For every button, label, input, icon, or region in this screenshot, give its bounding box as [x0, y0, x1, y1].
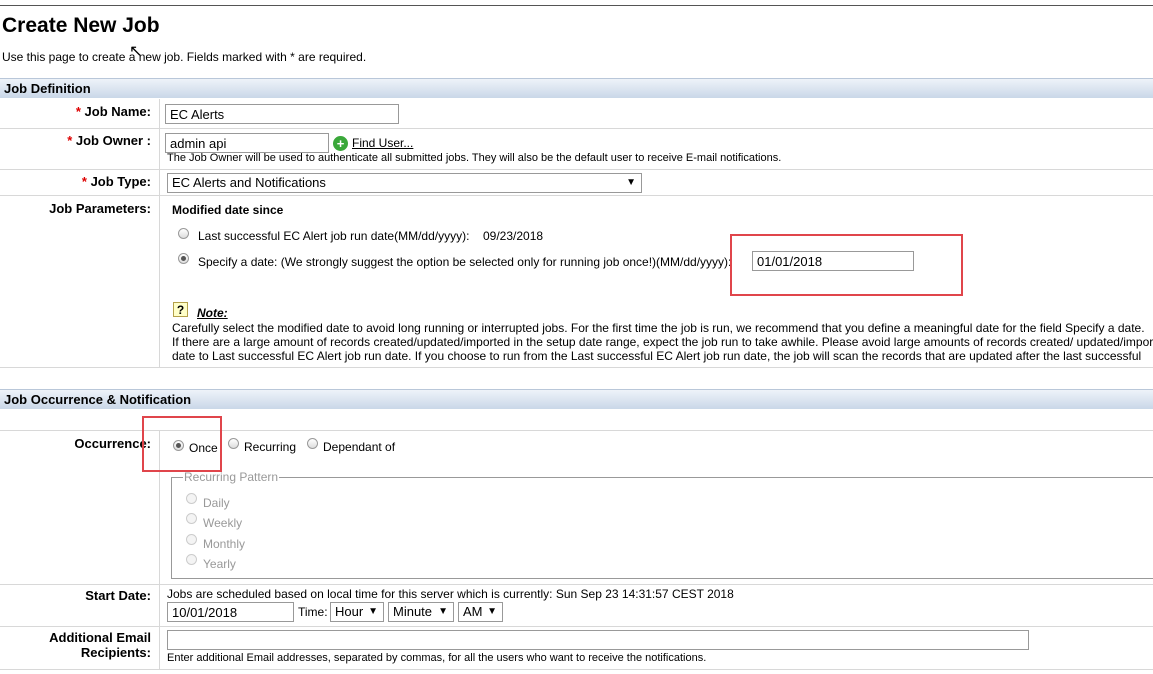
dropdown-arrow-icon: ▼: [368, 606, 378, 617]
email-row: Additional Email Recipients: Enter additi…: [0, 627, 1153, 670]
minute-value: Minute: [393, 604, 433, 619]
email-help: Enter additional Email addresses, separa…: [167, 652, 707, 664]
note-line-2: If there are a large amount of records c…: [172, 335, 1153, 349]
highlight-box-once: [142, 416, 222, 472]
weekly-radio[interactable]: [186, 513, 197, 524]
job-parameters-row: Job Parameters: Modified date since Last…: [0, 196, 1153, 368]
monthly-radio[interactable]: [186, 534, 197, 545]
job-type-select[interactable]: EC Alerts and Notifications ▼: [167, 173, 642, 193]
dropdown-arrow-icon: ▼: [438, 606, 448, 617]
job-owner-label: * Job Owner :: [0, 129, 160, 169]
job-type-label: * Job Type:: [0, 170, 160, 195]
job-owner-input[interactable]: [165, 133, 329, 153]
section-header-job-definition: Job Definition: [0, 78, 1153, 98]
additional-email-input[interactable]: [167, 630, 1029, 650]
note-title: Note:: [197, 306, 228, 320]
start-date-input[interactable]: [167, 602, 294, 622]
find-user-link[interactable]: Find User...: [352, 136, 413, 150]
last-successful-radio[interactable]: [178, 228, 189, 239]
section-header-occurrence: Job Occurrence & Notification: [0, 389, 1153, 409]
mouse-cursor-icon: ↖: [129, 43, 143, 60]
job-name-label: * Job Name:: [0, 99, 160, 128]
server-time-info: Jobs are scheduled based on local time f…: [167, 587, 734, 601]
email-label: Additional Email Recipients:: [0, 627, 160, 669]
time-label: Time:: [298, 605, 328, 619]
modified-date-heading: Modified date since: [172, 203, 284, 217]
hour-select[interactable]: Hour ▼: [330, 602, 384, 622]
recurring-radio[interactable]: [228, 438, 239, 449]
monthly-label: Monthly: [203, 537, 246, 551]
start-date-label: Start Date:: [0, 584, 160, 626]
job-owner-help: The Job Owner will be used to authentica…: [167, 152, 782, 164]
weekly-label: Weekly: [203, 516, 243, 530]
ampm-value: AM: [463, 604, 483, 619]
specify-date-radio[interactable]: [178, 253, 189, 264]
job-type-row: * Job Type: EC Alerts and Notifications …: [0, 170, 1153, 196]
note-line-3: date to Last successful EC Alert job run…: [172, 349, 1142, 363]
job-name-input[interactable]: [165, 104, 399, 124]
help-question-icon[interactable]: ?: [173, 302, 188, 317]
dropdown-arrow-icon: ▼: [487, 606, 497, 617]
minute-select[interactable]: Minute ▼: [388, 602, 454, 622]
job-type-value: EC Alerts and Notifications: [172, 175, 326, 190]
yearly-radio[interactable]: [186, 554, 197, 565]
highlight-box-date: [730, 234, 963, 296]
note-line-1: Carefully select the modified date to av…: [172, 321, 1145, 335]
daily-label: Daily: [203, 496, 230, 510]
recurring-pattern-group: Recurring Pattern Daily Weekly Monthly Y…: [171, 470, 1153, 579]
recurring-pattern-legend: Recurring Pattern: [183, 470, 280, 484]
occurrence-label: Occurrence:: [0, 431, 160, 584]
daily-radio[interactable]: [186, 493, 197, 504]
page-intro: Use this page to create a new job. Field…: [2, 50, 367, 64]
add-icon[interactable]: +: [333, 136, 348, 151]
specify-date-label: Specify a date: (We strongly suggest the…: [198, 255, 732, 269]
ampm-select[interactable]: AM ▼: [458, 602, 503, 622]
job-name-row: * Job Name:: [0, 99, 1153, 129]
start-date-row: Start Date: Jobs are scheduled based on …: [0, 584, 1153, 627]
job-parameters-label: Job Parameters:: [0, 196, 160, 367]
page-title: Create New Job: [2, 14, 160, 37]
dependant-label: Dependant of: [323, 440, 396, 454]
last-successful-date: 09/23/2018: [483, 229, 544, 243]
hour-value: Hour: [335, 604, 364, 619]
recurring-label: Recurring: [244, 440, 297, 454]
dependant-radio[interactable]: [307, 438, 318, 449]
top-divider: [0, 5, 1153, 6]
last-successful-label: Last successful EC Alert job run date(MM…: [198, 229, 470, 243]
job-owner-row: * Job Owner : + Find User... The Job Own…: [0, 129, 1153, 170]
yearly-label: Yearly: [203, 557, 236, 571]
dropdown-arrow-icon: ▼: [626, 177, 636, 188]
